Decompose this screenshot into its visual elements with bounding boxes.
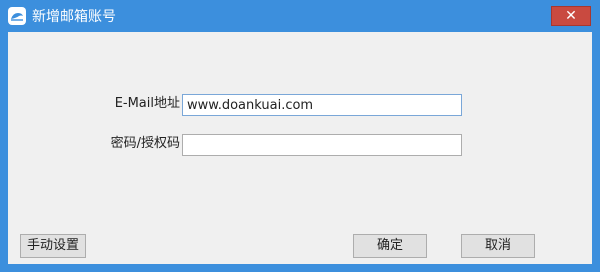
manual-settings-button[interactable]: 手动设置 [20, 234, 86, 258]
password-label: 密码/授权码 [110, 136, 180, 151]
title-bar[interactable]: 新增邮箱账号 ✕ [0, 0, 600, 32]
email-label: E-Mail地址 [114, 96, 180, 111]
cancel-button[interactable]: 取消 [461, 234, 535, 258]
mail-app-icon [8, 7, 26, 25]
close-icon: ✕ [565, 8, 577, 24]
confirm-button[interactable]: 确定 [353, 234, 427, 258]
dialog-body: E-Mail地址 密码/授权码 手动设置 确定 取消 [8, 32, 592, 264]
window-title: 新增邮箱账号 [32, 9, 116, 25]
password-field[interactable] [182, 134, 462, 156]
email-field[interactable] [182, 94, 462, 116]
dialog-window: 新增邮箱账号 ✕ E-Mail地址 密码/授权码 手动设置 确定 取消 [0, 0, 600, 272]
close-button[interactable]: ✕ [551, 6, 591, 26]
